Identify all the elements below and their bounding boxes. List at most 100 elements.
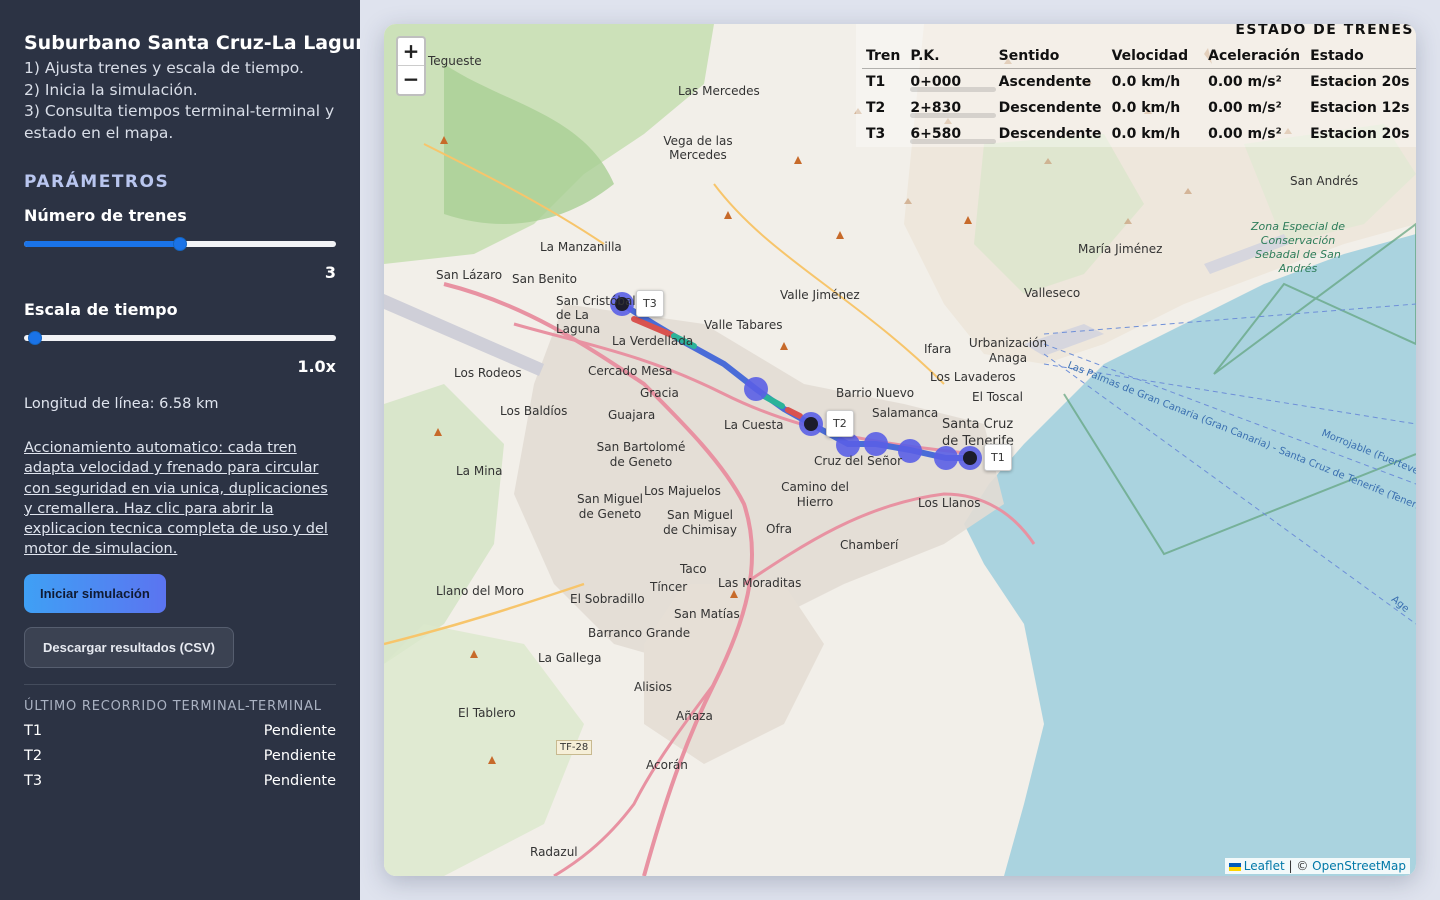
column-header: P.K. (906, 44, 995, 69)
place-label: Valle Jiménez (780, 288, 860, 302)
instruction-step-3: 3) Consulta tiempos terminal-terminal y … (24, 102, 335, 142)
cell-pk: 0+000 (906, 69, 997, 96)
slider-fill (24, 241, 180, 247)
leaflet-link[interactable]: Leaflet (1244, 859, 1285, 873)
sidebar: Suburbano Santa Cruz-La Laguna 1) Ajusta… (0, 0, 360, 900)
download-csv-button[interactable]: Descargar resultados (CSV) (24, 626, 234, 668)
cell-state: Estacion 20s (1310, 74, 1410, 90)
place-label: Barranco Grande (588, 626, 691, 640)
trips-title: ÚLTIMO RECORRIDO TERMINAL-TERMINAL (24, 698, 322, 714)
cell-accel: 0.00 m/s² (1208, 74, 1282, 90)
place-label: Tíncer (650, 580, 688, 594)
train-marker-label[interactable]: T2 (826, 410, 854, 437)
pk-bar (910, 113, 997, 118)
start-simulation-button[interactable]: Iniciar simulación (24, 573, 166, 613)
place-label: Los Lavaderos (930, 370, 1016, 384)
params-section-title: PARÁMETROS (24, 172, 170, 192)
trip-row: T2 Pendiente (24, 748, 336, 764)
instruction-step-2: 2) Inicia la simulación. (24, 80, 198, 99)
place-label: San Lázaro (436, 268, 503, 282)
place-label: Los Baldíos (500, 404, 568, 418)
cell-direction: Descendente (998, 100, 1102, 116)
place-label: Los Majuelos (644, 484, 721, 498)
place-label: San Benito (512, 272, 577, 286)
instruction-step-1: 1) Ajusta trenes y escala de tiempo. (24, 59, 304, 77)
place-label: Las Mercedes (678, 84, 760, 98)
app-title: Suburbano Santa Cruz-La Laguna (24, 32, 360, 54)
trip-status: Pendiente (263, 747, 336, 764)
place-label: Ofra (766, 522, 792, 536)
osm-link[interactable]: OpenStreetMap (1312, 859, 1406, 873)
place-label: San Cristóbal de La Laguna (556, 294, 636, 336)
cell-speed: 0.0 km/h (1111, 126, 1181, 142)
protected-zone-label: Zona Especial de Conservación Sebadal de… (1250, 220, 1346, 275)
place-label: Salamanca (872, 406, 939, 420)
divider (24, 683, 336, 685)
trip-train: T2 (24, 747, 43, 764)
zoom-in-button[interactable]: + (398, 38, 424, 66)
cell-accel: 0.00 m/s² (1208, 100, 1282, 116)
place-label: La Verdellada (612, 334, 694, 348)
slider-track (24, 335, 336, 341)
place-label: Las Moraditas (718, 576, 802, 590)
scale-value: 1.0x (297, 357, 336, 376)
map[interactable]: + − Tegueste Las Mercedes Vega de las Me… (384, 24, 1416, 876)
cell-state: Estacion 20s (1310, 126, 1410, 142)
instructions: 1) Ajusta trenes y escala de tiempo. 2) … (24, 58, 336, 144)
technical-explanation-link[interactable]: Accionamiento automatico: cada tren adap… (24, 438, 336, 560)
train-marker-label[interactable]: T3 (636, 290, 664, 317)
cell-train: T1 (866, 74, 886, 90)
status-table: Tren P.K. Sentido Velocidad Aceleración … (862, 44, 1416, 147)
column-header: Estado (1306, 44, 1416, 69)
place-label: La Cuesta (724, 418, 784, 432)
cell-accel: 0.00 m/s² (1208, 126, 1282, 142)
trip-row: T3 Pendiente (24, 773, 336, 789)
place-label: Los Rodeos (454, 366, 522, 380)
place-label: Los Llanos (918, 496, 981, 510)
slider-thumb[interactable] (173, 237, 187, 251)
trip-train: T1 (24, 722, 43, 739)
column-header: Tren (862, 44, 907, 69)
table-row: T1 0+000 Ascendente 0.0 km/h 0.00 m/s² E… (862, 69, 1416, 96)
place-label: Camino del Hierro (781, 480, 849, 509)
slider-thumb[interactable] (28, 331, 42, 345)
place-label: San Matías (674, 607, 740, 621)
table-row: T3 6+580 Descendente 0.0 km/h 0.00 m/s² … (862, 121, 1416, 147)
train-marker-label[interactable]: T1 (984, 444, 1012, 471)
place-label: La Mina (456, 464, 503, 478)
trip-status: Pendiente (263, 772, 336, 789)
place-label: Llano del Moro (436, 584, 524, 598)
trains-slider[interactable] (24, 235, 336, 255)
status-panel-title: ESTADO DE TRENES (1235, 24, 1414, 38)
place-label: Acorán (646, 758, 688, 772)
place-label: Cruz del Señor (814, 454, 903, 468)
place-label: María Jiménez (1078, 242, 1163, 256)
scale-label: Escala de tiempo (24, 300, 178, 319)
scale-slider[interactable] (24, 329, 336, 349)
place-label: Valleseco (1024, 286, 1081, 300)
place-label: Radazul (530, 845, 578, 859)
cell-speed: 0.0 km/h (1111, 100, 1181, 116)
trip-train: T3 (24, 772, 43, 789)
cell-direction: Descendente (998, 126, 1102, 142)
place-label: San Bartolomé de Geneto (596, 440, 686, 469)
place-label: Taco (680, 562, 707, 576)
column-header: Velocidad (1107, 44, 1205, 69)
cell-train: T2 (866, 100, 886, 116)
ukraine-flag-icon (1228, 862, 1241, 871)
map-tiles[interactable] (384, 24, 1416, 876)
place-label: Chamberí (840, 538, 899, 552)
place-label: La Gallega (538, 651, 602, 665)
trip-row: T1 Pendiente (24, 723, 336, 739)
place-label: El Toscal (972, 390, 1023, 404)
place-label: Urbanización Anaga (968, 336, 1048, 365)
place-label: Gracia (640, 386, 679, 400)
zoom-control: + − (396, 36, 426, 96)
place-label: Añaza (676, 709, 713, 723)
place-label: Ifara (924, 342, 952, 356)
cell-train: T3 (866, 126, 886, 142)
map-attribution: Leaflet | © OpenStreetMap (1224, 858, 1410, 874)
trip-status: Pendiente (263, 722, 336, 739)
zoom-out-button[interactable]: − (398, 66, 424, 94)
cell-pk: 6+580 (906, 121, 997, 147)
